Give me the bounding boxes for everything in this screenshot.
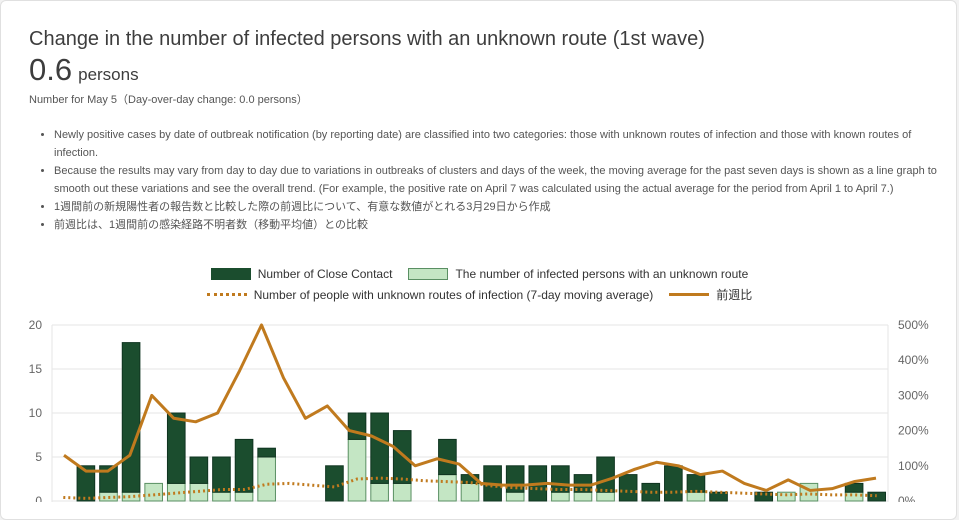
bar-unknown-route: [212, 491, 231, 502]
bar-unknown-route: [166, 482, 186, 502]
bar-close-contact: [664, 465, 683, 502]
y-right-tick-label: 100%: [898, 459, 929, 473]
y-right-tick-label: 300%: [898, 388, 929, 402]
bar-close-contact: [166, 412, 186, 484]
bar-close-contact: [257, 447, 276, 458]
bar-close-contact: [754, 491, 774, 502]
bar-unknown-route: [460, 482, 480, 502]
bar-close-contact: [596, 456, 615, 493]
bar-unknown-route: [392, 482, 412, 502]
bar-close-contact: [709, 491, 728, 502]
y-left-tick-label: 10: [29, 406, 43, 420]
bar-unknown-route: [551, 491, 570, 502]
bar-close-contact: [438, 438, 457, 476]
bar-close-contact: [686, 474, 706, 493]
y-right-tick-label: 200%: [898, 424, 929, 438]
bar-unknown-route: [144, 482, 163, 502]
bar-unknown-route: [370, 482, 389, 502]
y-left-tick-label: 15: [29, 362, 43, 376]
bar-close-contact: [212, 456, 231, 493]
y-left-tick-label: 20: [29, 318, 43, 332]
bar-close-contact: [325, 465, 344, 502]
bar-close-contact: [618, 474, 638, 502]
y-right-tick-label: 0%: [898, 494, 916, 502]
bar-unknown-route: [686, 491, 706, 502]
bar-unknown-route: [573, 491, 593, 502]
chart-plot: 051015200%100%200%300%400%500%: [29, 318, 929, 502]
line-week-over-week: [63, 323, 877, 492]
bar-close-contact: [370, 412, 389, 484]
y-right-tick-label: 400%: [898, 353, 929, 367]
bar-unknown-route: [257, 456, 276, 502]
y-left-tick-label: 5: [35, 450, 42, 464]
bar-unknown-route: [844, 491, 864, 502]
y-left-tick-label: 0: [35, 494, 42, 502]
y-right-tick-label: 500%: [898, 318, 929, 332]
bar-unknown-route: [596, 491, 615, 502]
bar-close-contact: [189, 456, 209, 484]
bar-close-contact: [121, 342, 141, 493]
bar-close-contact: [234, 438, 254, 493]
bar-unknown-route: [438, 474, 457, 502]
bar-close-contact: [392, 430, 412, 484]
bar-unknown-route: [347, 438, 367, 502]
bar-unknown-route: [234, 491, 254, 502]
bar-unknown-route: [505, 491, 525, 502]
